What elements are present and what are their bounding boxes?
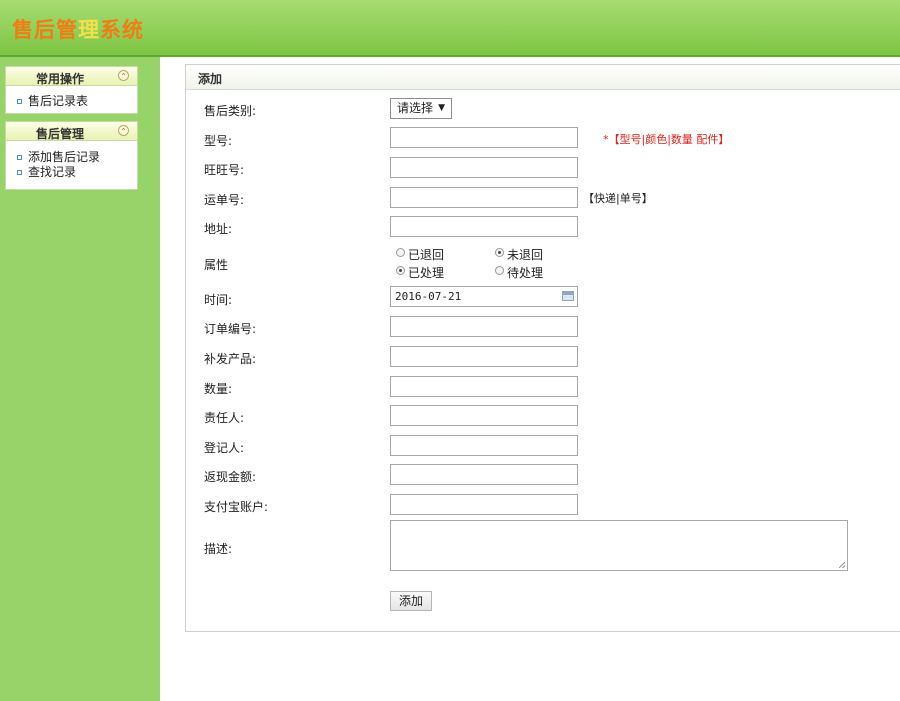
sidebar-group-aftersales[interactable]: 售后管理 ⌃: [5, 121, 138, 141]
radio-pending-label: 待处理: [507, 266, 544, 280]
sidebar-group-title: 常用操作: [35, 72, 84, 86]
refund-label: 返现金额:: [204, 470, 257, 484]
sidebar-group-body: 添加售后记录 查找记录: [5, 141, 138, 190]
reissue-label: 补发产品:: [204, 352, 257, 366]
app-header: 售后管理系统: [0, 0, 900, 57]
owner-input[interactable]: [390, 405, 578, 426]
sidebar-item-label: 售后记录表: [28, 94, 89, 108]
waybill-hint: 【快递|单号】: [583, 192, 653, 205]
date-input[interactable]: 2016-07-21: [390, 286, 578, 307]
alipay-label: 支付宝账户:: [204, 500, 269, 514]
collapse-icon[interactable]: ⌃: [118, 125, 129, 136]
quantity-input[interactable]: [390, 376, 578, 397]
sidebar-item-label: 添加售后记录: [28, 150, 101, 164]
order-input[interactable]: [390, 316, 578, 337]
sidebar-group-common-ops[interactable]: 常用操作 ⌃: [5, 66, 138, 86]
date-value: 2016-07-21: [395, 290, 462, 303]
radio-pending[interactable]: [495, 266, 504, 275]
description-textarea[interactable]: [390, 520, 848, 571]
app-title: 售后管理系统: [12, 14, 144, 44]
address-input[interactable]: [390, 216, 578, 237]
sidebar-item-search-record[interactable]: 查找记录: [6, 165, 137, 180]
registrar-label: 登记人:: [204, 441, 245, 455]
add-button[interactable]: 添加: [390, 591, 432, 611]
collapse-icon[interactable]: ⌃: [118, 70, 129, 81]
sidebar-item-add-record[interactable]: 添加售后记录: [6, 150, 137, 165]
sidebar-item-label: 查找记录: [28, 165, 77, 179]
radio-returned-label: 已退回: [408, 248, 445, 262]
wangwang-label: 旺旺号:: [204, 163, 245, 177]
calendar-icon[interactable]: [562, 291, 574, 301]
resize-grip-icon[interactable]: [839, 562, 845, 568]
radio-not-returned-label: 未退回: [507, 248, 544, 262]
category-label: 售后类别:: [204, 104, 257, 118]
bullet-icon: [17, 99, 22, 104]
app-title-part1: 售后管: [12, 18, 78, 42]
description-label: 描述:: [204, 542, 233, 556]
wangwang-input[interactable]: [390, 157, 578, 178]
app-title-part3: 系统: [100, 18, 144, 42]
panel-title: 添加: [198, 72, 223, 86]
category-select-value: 请选择: [397, 101, 434, 115]
waybill-label: 运单号:: [204, 193, 245, 207]
quantity-label: 数量:: [204, 382, 233, 396]
sidebar-item-records[interactable]: 售后记录表: [6, 94, 137, 109]
radio-not-returned[interactable]: [495, 248, 504, 257]
reissue-input[interactable]: [390, 346, 578, 367]
model-label: 型号:: [204, 134, 233, 148]
radio-returned[interactable]: [396, 248, 405, 257]
attribute-label: 属性: [204, 258, 229, 272]
panel-header: 添加: [186, 65, 900, 90]
radio-processed-label: 已处理: [408, 266, 445, 280]
waybill-input[interactable]: [390, 187, 578, 208]
app-title-part2: 理: [78, 18, 100, 42]
address-label: 地址:: [204, 222, 233, 236]
bullet-icon: [17, 155, 22, 160]
model-hint: *【型号|颜色|数量 配件】: [603, 133, 730, 146]
owner-label: 责任人:: [204, 411, 245, 425]
registrar-input[interactable]: [390, 435, 578, 456]
refund-input[interactable]: [390, 464, 578, 485]
alipay-input[interactable]: [390, 494, 578, 515]
order-label: 订单编号:: [204, 322, 257, 336]
bullet-icon: [17, 170, 22, 175]
category-select[interactable]: 请选择 ▼: [390, 98, 452, 119]
radio-processed[interactable]: [396, 266, 405, 275]
time-label: 时间:: [204, 293, 233, 307]
sidebar-group-title: 售后管理: [35, 127, 84, 141]
sidebar-group-body: 售后记录表: [5, 86, 138, 114]
model-input[interactable]: [390, 127, 578, 148]
dropdown-arrow-icon: ▼: [438, 103, 445, 113]
